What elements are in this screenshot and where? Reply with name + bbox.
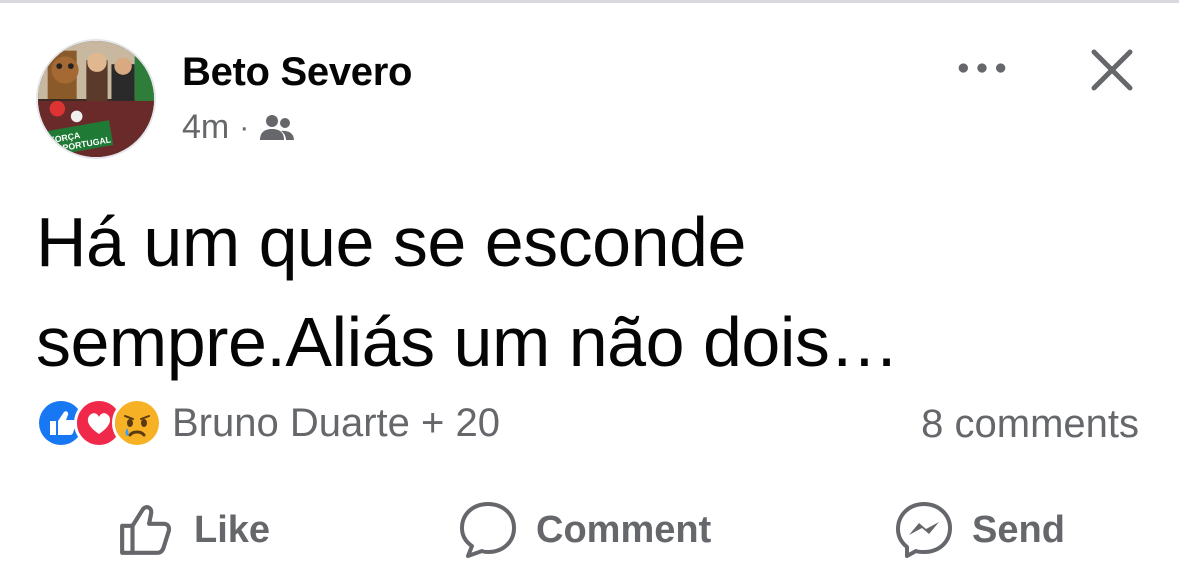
action-bar: Like Comment Send: [0, 480, 1179, 580]
reactions-summary[interactable]: Bruno Duarte + 20: [36, 398, 500, 448]
sad-reaction-icon: [112, 398, 162, 448]
post-meta: 4m ·: [182, 108, 295, 147]
post-time[interactable]: 4m: [182, 108, 229, 147]
close-icon: [1091, 49, 1133, 91]
like-button[interactable]: Like: [118, 480, 270, 580]
avatar[interactable]: FORÇA PORTUGAL: [36, 39, 156, 159]
comment-bubble-icon: [460, 502, 516, 558]
post-text: Há um que se esconde sempre.Aliás um não…: [36, 203, 899, 381]
thumbs-up-icon: [120, 505, 172, 555]
friends-icon[interactable]: [259, 112, 295, 144]
reactions-count-text[interactable]: Bruno Duarte + 20: [172, 401, 500, 446]
more-dots-icon: [958, 63, 1006, 73]
comments-count[interactable]: 8 comments: [921, 402, 1139, 447]
top-divider: [0, 0, 1179, 3]
comment-button[interactable]: Comment: [458, 480, 711, 580]
close-button[interactable]: [1082, 40, 1142, 100]
avatar-photo: FORÇA PORTUGAL: [38, 41, 154, 157]
meta-separator: ·: [239, 110, 250, 144]
messenger-icon: [896, 502, 952, 558]
like-label: Like: [194, 508, 271, 551]
send-button[interactable]: Send: [894, 480, 1065, 580]
more-options-button[interactable]: [952, 46, 1012, 90]
reaction-icons: [36, 398, 162, 448]
send-label: Send: [972, 508, 1065, 551]
author-name[interactable]: Beto Severo: [182, 50, 412, 95]
comment-label: Comment: [536, 508, 712, 551]
facebook-post: FORÇA PORTUGAL Beto Severo 4m · Há um qu: [0, 0, 1179, 583]
